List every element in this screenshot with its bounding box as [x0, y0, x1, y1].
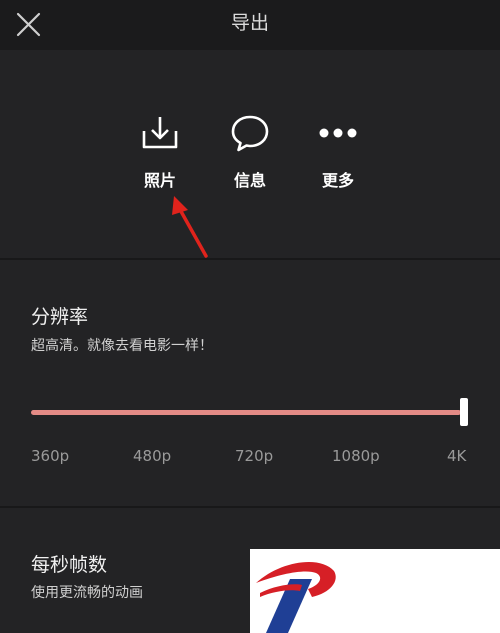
speech-bubble-icon: [231, 115, 269, 152]
export-screen: 导出 照片 信息 更多 分辨率 超高清。就像去看电影一样！ 360p 480p …: [0, 0, 500, 633]
resolution-title: 分辨率: [31, 306, 89, 328]
close-icon: [16, 12, 41, 37]
close-button[interactable]: [14, 10, 44, 40]
divider: [0, 506, 500, 508]
resolution-option-360p[interactable]: 360p: [31, 447, 69, 465]
share-message-label: 信息: [233, 171, 266, 190]
divider: [0, 258, 500, 260]
annotation-arrow-icon: [172, 196, 208, 258]
share-message-button[interactable]: 信息: [210, 113, 290, 193]
watermark-logo: [250, 549, 500, 633]
share-photo-label: 照片: [143, 171, 176, 190]
resolution-slider[interactable]: [31, 398, 471, 428]
page-title: 导出: [230, 12, 269, 34]
more-dots-icon: [319, 128, 357, 138]
share-more-button[interactable]: 更多: [298, 113, 378, 193]
logo-icon: [256, 561, 336, 633]
framerate-title: 每秒帧数: [31, 554, 108, 576]
share-photo-button[interactable]: 照片: [120, 113, 200, 193]
slider-thumb[interactable]: [460, 398, 468, 426]
resolution-description: 超高清。就像去看电影一样！: [31, 338, 213, 354]
share-more-label: 更多: [321, 171, 354, 190]
download-icon: [142, 117, 178, 149]
resolution-option-4k[interactable]: 4K: [447, 447, 466, 465]
resolution-option-1080p[interactable]: 1080p: [332, 447, 380, 465]
share-row: 照片 信息 更多: [0, 50, 500, 258]
framerate-description: 使用更流畅的动画: [31, 585, 143, 601]
header-bar: 导出: [0, 0, 500, 50]
slider-track: [31, 410, 461, 415]
resolution-option-720p[interactable]: 720p: [235, 447, 273, 465]
resolution-option-480p[interactable]: 480p: [133, 447, 171, 465]
